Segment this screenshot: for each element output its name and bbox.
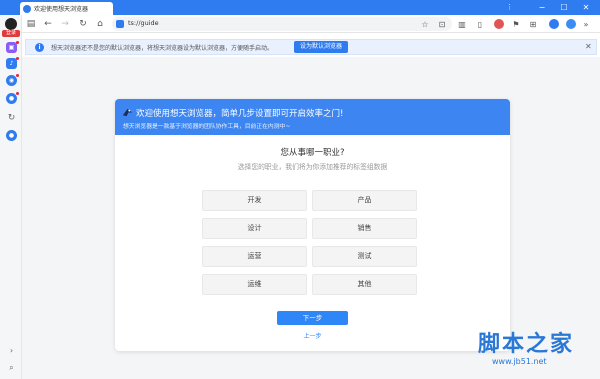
card-header: 欢迎使用想天浏览器，简单几步设置即可开启效率之门! 想天浏览器是一款基于浏览器的… bbox=[115, 99, 510, 135]
extension-icon-1[interactable] bbox=[494, 19, 504, 29]
question-title: 您从事哪一职业? bbox=[280, 148, 345, 158]
address-bar[interactable]: ts://guide bbox=[112, 17, 452, 31]
sidebar: 登录 ▣ ♪ ◉ ● ↻ ● › ⌕ bbox=[0, 15, 22, 379]
more-icon[interactable]: » bbox=[580, 18, 592, 30]
minimize-button[interactable]: − bbox=[532, 0, 552, 15]
reload-button[interactable]: ↻ bbox=[77, 18, 89, 30]
toolbar: ▤ ← → ↻ ⌂ ts://guide ☆ ⊡ ▥ ▯ ⚑ ⊞ » bbox=[22, 15, 600, 33]
search-icon[interactable]: ⌕ bbox=[6, 362, 17, 373]
home-button[interactable]: ⌂ bbox=[94, 18, 106, 30]
expand-icon[interactable]: › bbox=[6, 345, 17, 356]
login-badge[interactable]: 登录 bbox=[2, 30, 20, 37]
welcome-card: 欢迎使用想天浏览器，简单几步设置即可开启效率之门! 想天浏览器是一款基于浏览器的… bbox=[115, 99, 510, 351]
maximize-button[interactable]: ☐ bbox=[554, 0, 574, 15]
watermark-text: 脚本之家 bbox=[478, 331, 575, 357]
option-maintenance[interactable]: 运维 bbox=[202, 274, 307, 295]
card-subline: 想天浏览器是一款基于浏览器的团队协作工具，目前正在内测中~ bbox=[123, 124, 291, 130]
notice-text: 想天浏览器还不是您的默认浏览器，将想天浏览器设为默认浏览器，方便随手启动。 bbox=[51, 45, 274, 52]
extension-icon-5[interactable] bbox=[566, 19, 576, 29]
default-browser-notice: i 想天浏览器还不是您的默认浏览器，将想天浏览器设为默认浏览器，方便随手启动。 … bbox=[25, 39, 597, 55]
url-text[interactable]: ts://guide bbox=[128, 19, 159, 27]
tab-title: 欢迎使用想天浏览器 bbox=[34, 6, 89, 13]
title-bar: 欢迎使用想天浏览器 ⋮ − ☐ ✕ bbox=[0, 0, 600, 15]
card-headline: 欢迎使用想天浏览器，简单几步设置即可开启效率之门! bbox=[136, 109, 344, 119]
browser-logo-icon bbox=[23, 4, 31, 13]
option-operations[interactable]: 运营 bbox=[202, 246, 307, 267]
chat-icon[interactable]: ◉ bbox=[6, 75, 17, 86]
close-notice-icon[interactable]: ✕ bbox=[585, 42, 592, 51]
shield-icon bbox=[116, 20, 124, 28]
reader-icon[interactable]: ▯ bbox=[474, 18, 486, 30]
back-button[interactable]: ← bbox=[42, 18, 54, 30]
watermark-url: www.jb51.net bbox=[492, 357, 547, 366]
app-icon-2[interactable]: ♪ bbox=[6, 58, 17, 69]
tab-manager-icon[interactable]: ▥ bbox=[456, 18, 468, 30]
bird-logo-icon bbox=[122, 108, 133, 117]
star-icon[interactable]: ☆ bbox=[419, 18, 431, 30]
close-window-button[interactable]: ✕ bbox=[576, 0, 596, 15]
extension-icon-2[interactable]: ⚑ bbox=[510, 18, 522, 30]
next-step-button[interactable]: 下一步 bbox=[277, 311, 348, 325]
extension-icon-3[interactable]: ⊞ bbox=[527, 18, 539, 30]
info-icon: i bbox=[35, 43, 44, 52]
previous-step-link[interactable]: 上一步 bbox=[115, 331, 510, 340]
extension-icon-4[interactable] bbox=[549, 19, 559, 29]
app-icon-3[interactable]: ● bbox=[6, 93, 17, 104]
refresh-icon[interactable]: ↻ bbox=[6, 112, 17, 123]
tab-welcome[interactable]: 欢迎使用想天浏览器 bbox=[20, 2, 113, 15]
sidebar-toggle-icon[interactable]: ▤ bbox=[25, 18, 37, 30]
option-design[interactable]: 设计 bbox=[202, 218, 307, 239]
browser-app-icon[interactable]: ● bbox=[6, 130, 17, 141]
question-hint: 选择您的职业，我们将为你添加推荐的标签组数据 bbox=[237, 163, 388, 171]
notification-dot bbox=[16, 41, 19, 44]
app-icon-1[interactable]: ▣ bbox=[6, 42, 17, 53]
option-product[interactable]: 产品 bbox=[312, 190, 417, 211]
forward-button[interactable]: → bbox=[59, 18, 71, 30]
watermark: 脚本之家 www.jb51.net bbox=[478, 331, 596, 375]
capture-icon[interactable]: ⊡ bbox=[436, 18, 448, 30]
option-other[interactable]: 其他 bbox=[312, 274, 417, 295]
option-sales[interactable]: 销售 bbox=[312, 218, 417, 239]
set-default-button[interactable]: 设为默认浏览器 bbox=[294, 41, 348, 53]
option-dev[interactable]: 开发 bbox=[202, 190, 307, 211]
option-testing[interactable]: 测试 bbox=[312, 246, 417, 267]
menu-icon[interactable]: ⋮ bbox=[506, 3, 514, 11]
notification-dot bbox=[16, 92, 19, 95]
notification-dot bbox=[16, 74, 19, 77]
notification-dot bbox=[16, 57, 19, 60]
avatar[interactable] bbox=[5, 18, 17, 30]
